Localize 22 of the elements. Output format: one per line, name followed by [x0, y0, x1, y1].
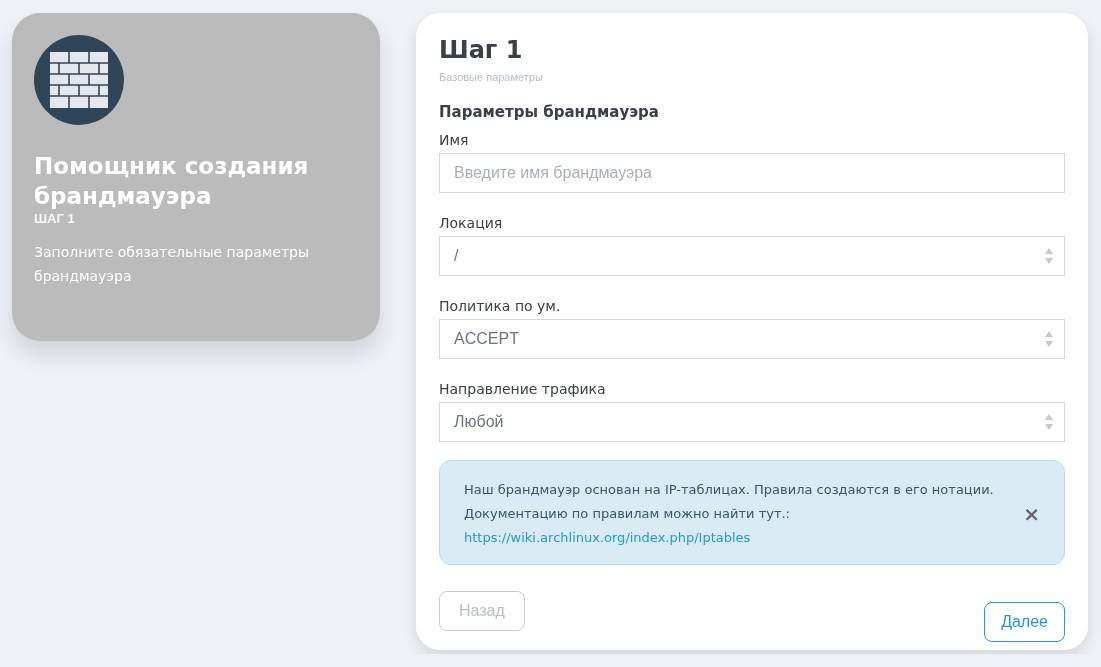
wizard-title: Помощник создания брандмауэра: [34, 152, 310, 211]
wizard-description: Заполните обязательные параметры брандмауэра: [34, 243, 311, 286]
select-field[interactable]: /: [439, 236, 1065, 276]
field-label: Направление трафика: [439, 380, 607, 398]
close-button[interactable]: ×: [1023, 504, 1040, 524]
section-heading: Параметры брандмауэра: [439, 103, 660, 121]
field-label: Локация: [439, 214, 504, 232]
next-button[interactable]: Далее: [984, 602, 1065, 642]
step-label: ШАГ 1: [34, 211, 76, 226]
sort-arrows-icon: [1044, 247, 1054, 265]
step-title: Шаг 1: [439, 35, 524, 65]
field-label: Имя: [439, 131, 470, 149]
sort-arrows-icon: [1044, 413, 1054, 431]
field-label: Политика по ум.: [439, 297, 562, 315]
select-field[interactable]: ACCEPT: [439, 319, 1065, 359]
select-field[interactable]: Любой: [439, 402, 1065, 442]
name-input-field[interactable]: Введите имя брандмауэра: [439, 153, 1065, 193]
sort-arrows-icon: [1044, 330, 1054, 348]
brick-wall-icon: [34, 35, 124, 125]
step-subtitle: Базовые параметры: [439, 71, 544, 83]
documentation-link[interactable]: https://wiki.archlinux.org/index.php/Iptables: [464, 530, 751, 545]
alert-text: Наш брандмауэр основан на IP-таблицах. Правила создаются в его нотации. Документацию по правилам можно найти тут.: https://wiki.archlinux.org/index.php/Iptables: [464, 481, 995, 547]
